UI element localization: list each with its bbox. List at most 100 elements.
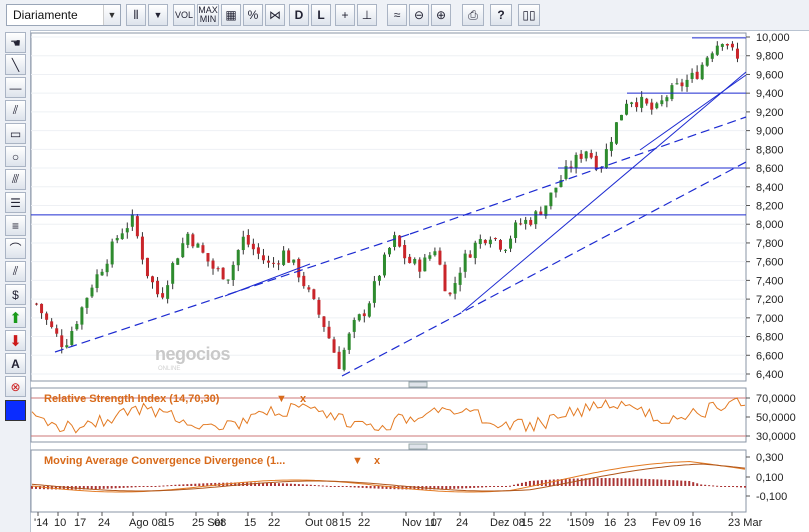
candlestick-type-button[interactable]: ⫴: [126, 4, 146, 26]
candle-body: [685, 79, 689, 87]
macd-bar: [329, 485, 332, 487]
chart-area[interactable]: 10,000 9,800 9,600 9,400 9,200 9,000 8,800 8,60…: [0, 30, 809, 532]
candle-body: [725, 44, 729, 46]
period-select[interactable]: Diariamente ▼: [6, 4, 121, 26]
toolbar: Diariamente ▼ ⫴ ▼ VOL MAX MIN ▦ % ⋈ D L …: [0, 0, 809, 31]
chevron-down-icon: ▼: [153, 10, 163, 20]
x-tick-label: 23: [624, 517, 636, 529]
macd-bar: [202, 483, 205, 486]
candle-body: [625, 103, 629, 115]
candle-body: [347, 333, 351, 350]
zoom-out-button[interactable]: ⊖: [409, 4, 429, 26]
candle-body: [40, 303, 44, 314]
candle-body: [544, 205, 548, 216]
candle-body: [60, 335, 64, 348]
help-button[interactable]: ?: [490, 4, 512, 26]
macd-bar: [453, 486, 456, 489]
y-tick-label: 0,300: [756, 452, 784, 464]
macd-bar: [588, 478, 591, 486]
book-button[interactable]: ▯▯: [518, 4, 540, 26]
macd-bar: [154, 486, 157, 487]
price-panel: [30, 32, 747, 382]
candle-body: [488, 239, 492, 245]
watermark-subtext: ONLINE: [158, 366, 180, 372]
rsi-menu-arrow[interactable]: ▼: [276, 393, 287, 405]
candle-body: [493, 238, 497, 240]
printer-icon: ⎙: [468, 7, 478, 22]
macd-bar: [182, 484, 185, 486]
maxmin-button[interactable]: MAX MIN: [197, 4, 219, 26]
candle-body: [579, 153, 583, 159]
candle-body: [241, 236, 245, 251]
zoom-in-button[interactable]: ⊕: [431, 4, 451, 26]
macd-bar: [485, 486, 488, 488]
macd-bar: [469, 486, 472, 489]
candle-body: [423, 257, 427, 272]
candle-body: [191, 234, 195, 247]
macd-bar: [481, 486, 484, 488]
macd-bar: [473, 486, 476, 488]
candle-body: [120, 233, 124, 240]
candle-body: [660, 100, 664, 105]
candle-body: [483, 239, 487, 244]
y-tick-label: 0,100: [756, 472, 784, 484]
chart-type-menu-button[interactable]: ▼: [148, 4, 168, 26]
candle-body: [367, 303, 371, 317]
macd-bar: [186, 484, 189, 486]
percent-button[interactable]: %: [243, 4, 263, 26]
cursor-button[interactable]: ⊥: [357, 4, 377, 26]
volume-button[interactable]: VOL: [173, 4, 195, 26]
grid-button[interactable]: ▦: [221, 4, 241, 26]
candle-body: [362, 313, 366, 317]
macd-bar: [313, 485, 316, 487]
macd-bar: [624, 478, 627, 486]
macd-bar: [684, 480, 687, 486]
macd-bar: [644, 478, 647, 486]
crosshair-icon: +: [341, 8, 349, 22]
print-button[interactable]: ⎙: [462, 4, 484, 26]
watermark-text: negocios: [155, 344, 231, 364]
macd-bar: [445, 486, 448, 490]
macd-bar: [505, 485, 508, 487]
candle-body: [80, 307, 84, 325]
candle-body: [70, 331, 74, 346]
draw-d-button[interactable]: D: [289, 4, 309, 26]
macd-bar: [441, 486, 444, 490]
y-tick-label: 8,800: [756, 144, 784, 156]
candle-body: [261, 255, 265, 261]
grid-icon: ▦: [225, 8, 237, 22]
macd-bar: [293, 483, 296, 486]
candle-body: [443, 264, 447, 292]
x-tick-label: Ago 08: [129, 517, 164, 529]
candle-body: [428, 255, 432, 259]
x-tick-label: 15: [162, 517, 174, 529]
macd-bar: [305, 484, 308, 486]
candle-body: [292, 259, 296, 263]
rsi-close-button[interactable]: x: [300, 393, 307, 405]
macd-title: Moving Average Convergence Divergence (1…: [44, 455, 285, 467]
crosshair-button[interactable]: +: [335, 4, 355, 26]
candle-body: [509, 238, 513, 249]
macd-bar: [178, 484, 181, 486]
candle-body: [186, 233, 190, 245]
pan-button[interactable]: ≈: [387, 4, 407, 26]
macd-bar: [353, 486, 356, 488]
candle-body: [534, 211, 538, 225]
panel-resize-handle[interactable]: [408, 443, 428, 450]
macd-bar: [166, 485, 169, 487]
compare-icon: ⋈: [269, 8, 281, 22]
macd-bar: [266, 482, 269, 486]
macd-bar: [600, 478, 603, 486]
log-button[interactable]: L: [311, 4, 331, 26]
macd-bar: [736, 486, 739, 488]
candle-body: [675, 83, 679, 85]
macd-close-button[interactable]: x: [374, 455, 381, 467]
macd-bar: [680, 480, 683, 486]
macd-menu-arrow[interactable]: ▼: [352, 455, 363, 467]
y-tick-label: 7,200: [756, 294, 784, 306]
macd-bar: [146, 486, 149, 487]
panel-resize-handle[interactable]: [408, 381, 428, 388]
compare-button[interactable]: ⋈: [265, 4, 285, 26]
candle-body: [95, 274, 99, 289]
macd-bar: [377, 486, 380, 489]
